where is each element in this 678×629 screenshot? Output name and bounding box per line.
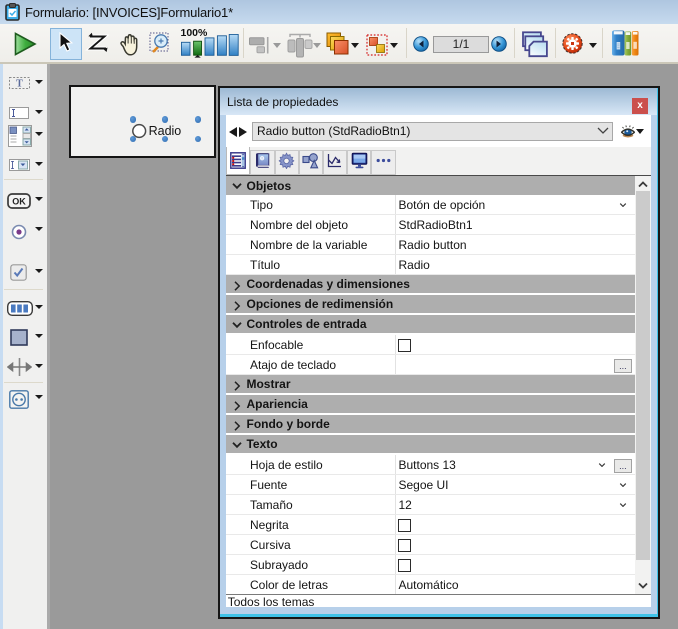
svg-text:OK: OK [12,197,26,207]
svg-text:T: T [16,78,23,89]
